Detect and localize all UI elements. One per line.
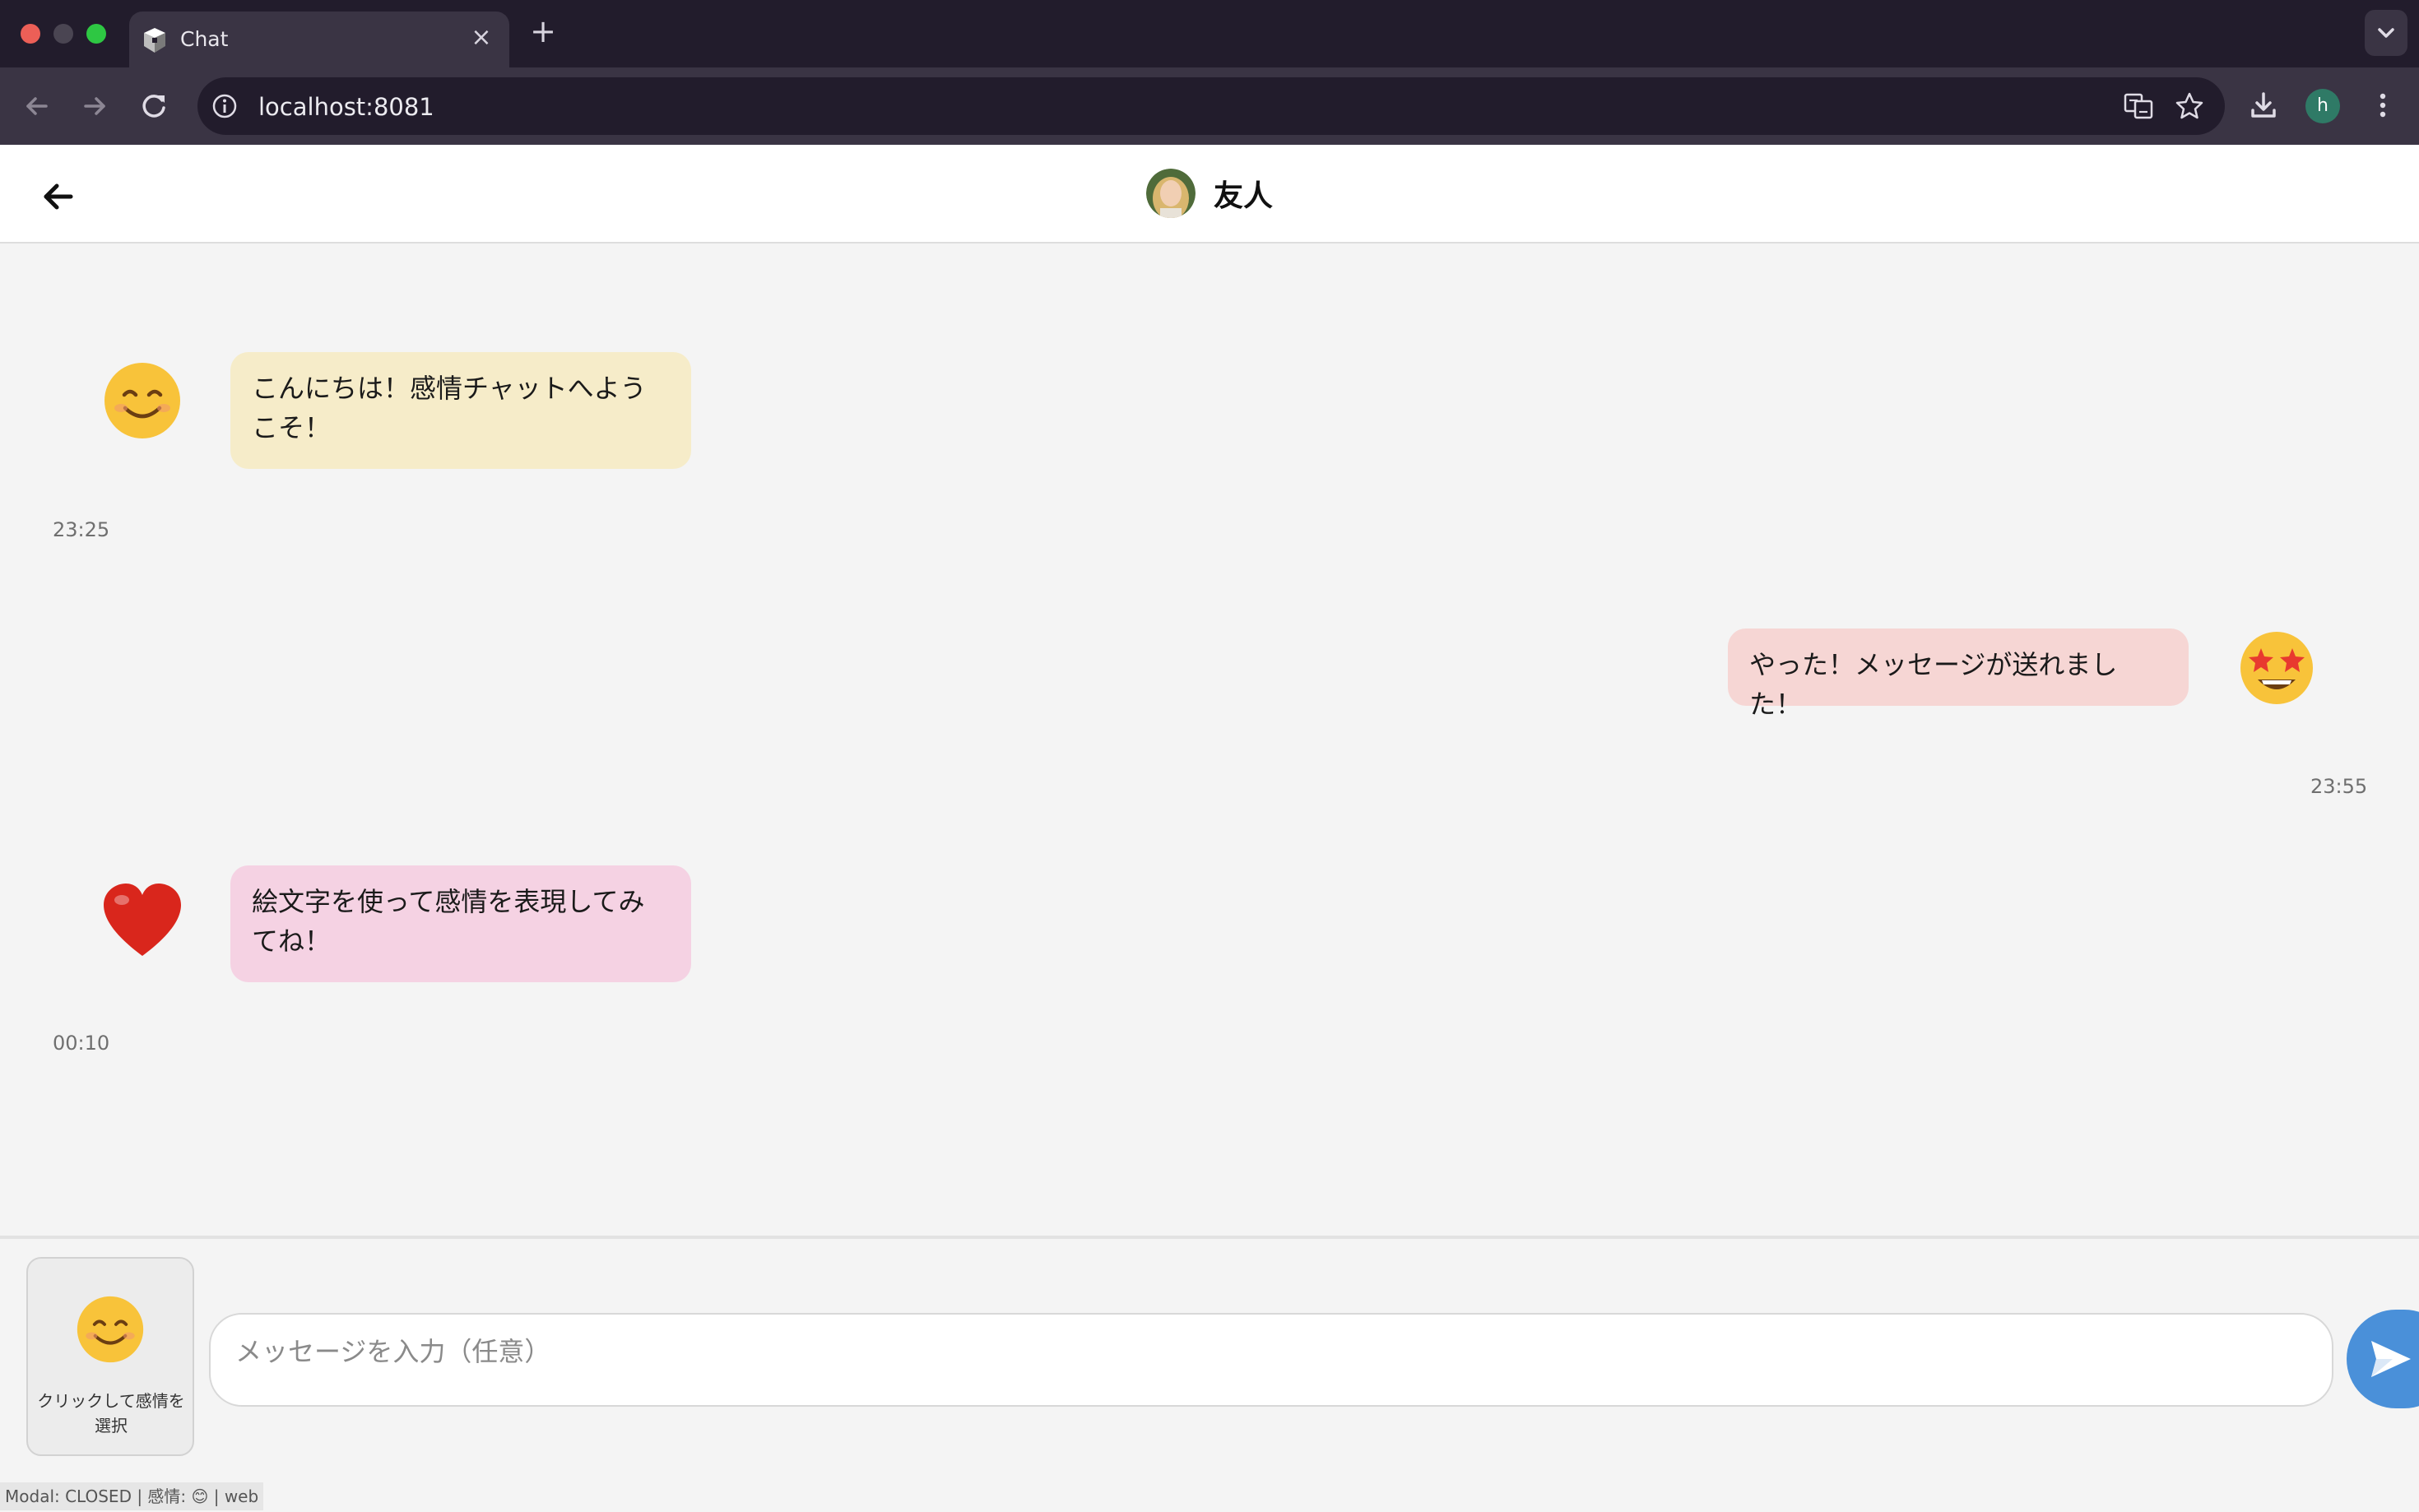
send-icon <box>2371 1341 2411 1377</box>
window-close-button[interactable] <box>21 24 40 44</box>
tab-favicon-icon <box>144 28 165 53</box>
contact-info: 友人 <box>1146 168 1273 219</box>
browser-toolbar: localhost:8081 h <box>0 67 2419 145</box>
message-timestamp: 00:10 <box>53 1032 110 1055</box>
message-timestamp: 23:55 <box>2310 775 2368 798</box>
chevron-down-icon <box>2378 28 2394 38</box>
bookmark-star-icon[interactable] <box>2174 90 2205 122</box>
message-composer: クリックして感情を選択 メッセージを入力（任意） <box>0 1236 2419 1512</box>
browser-tab-bar: Chat × + <box>0 0 2419 67</box>
message-input-placeholder: メッセージを入力（任意） <box>235 1336 551 1367</box>
message-bubble: こんにちは！感情チャットへようこそ！ <box>230 352 691 469</box>
emotion-picker-label: クリックして感情を選択 <box>37 1391 185 1435</box>
tab-title: Chat <box>180 27 229 51</box>
smiling-face-icon <box>104 363 180 438</box>
window-maximize-button[interactable] <box>86 24 106 44</box>
profile-avatar[interactable]: h <box>2305 89 2340 123</box>
forward-arrow-icon[interactable] <box>74 86 115 127</box>
site-info-icon[interactable] <box>211 92 239 120</box>
message-bubble: やった！メッセージが送れました！ <box>1728 628 2189 720</box>
message-bubble: 絵文字を使って感情を表現してみてね！ <box>230 865 691 982</box>
tab-search-button[interactable] <box>2365 10 2407 56</box>
new-tab-button[interactable]: + <box>527 15 559 48</box>
tab-close-icon[interactable]: × <box>467 23 496 53</box>
debug-status-bar: Modal: CLOSED | 感情: 😊 | web <box>0 1482 264 1510</box>
download-icon[interactable] <box>2244 86 2283 125</box>
contact-name: 友人 <box>1214 179 1274 213</box>
contact-avatar <box>1146 169 1196 218</box>
message-timestamp: 23:25 <box>53 518 110 541</box>
translate-icon[interactable] <box>2123 90 2154 122</box>
chat-app: 友人 こんにちは！感情チャットへようこそ！ 23:25 やった！メッセージが送れ… <box>0 145 2419 1512</box>
browser-tab-chat[interactable]: Chat × <box>129 12 509 67</box>
window-minimize-button[interactable] <box>53 24 73 44</box>
smiling-face-icon <box>77 1296 144 1363</box>
url-text[interactable]: localhost:8081 <box>258 93 434 121</box>
back-arrow-icon[interactable] <box>16 86 58 127</box>
back-arrow-icon[interactable] <box>38 176 79 217</box>
star-struck-face-icon <box>2240 632 2313 704</box>
red-heart-icon <box>104 884 181 956</box>
emotion-picker-button[interactable]: クリックして感情を選択 <box>26 1257 194 1456</box>
message-input[interactable]: メッセージを入力（任意） <box>209 1313 2333 1407</box>
address-bar[interactable]: localhost:8081 <box>197 77 2225 135</box>
send-button[interactable] <box>2347 1310 2419 1408</box>
chat-header: 友人 <box>0 145 2419 243</box>
browser-menu-icon[interactable] <box>2363 86 2403 125</box>
reload-icon[interactable] <box>133 86 174 127</box>
